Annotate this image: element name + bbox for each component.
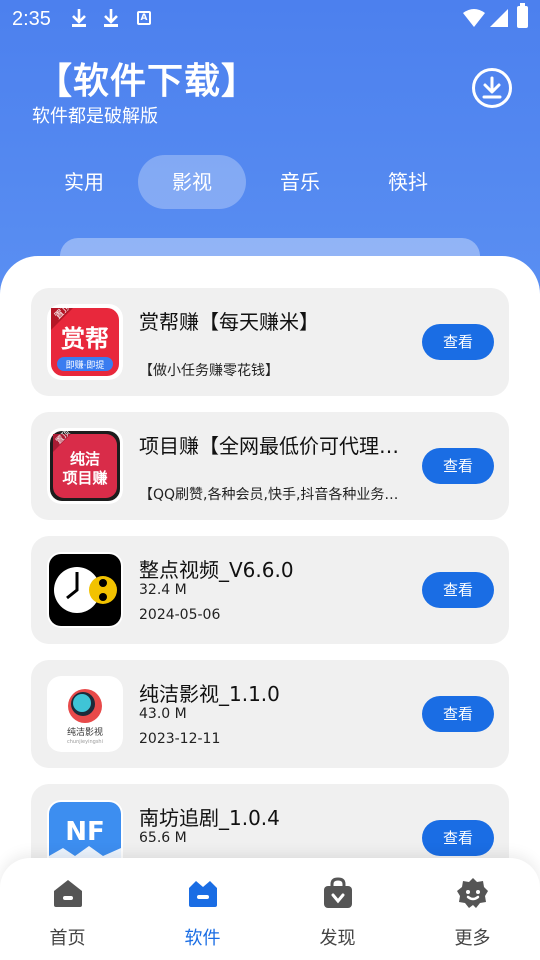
view-button[interactable]: 查看 xyxy=(422,820,494,856)
home-icon xyxy=(53,880,82,907)
nav-discover[interactable]: 发现 xyxy=(270,858,405,960)
nav-label: 软件 xyxy=(184,928,221,949)
category-tabs: 实用 影视 音乐 筷抖 xyxy=(30,155,470,209)
wifi-icon xyxy=(463,9,485,27)
icon-text: NF xyxy=(65,817,105,847)
tab-music[interactable]: 音乐 xyxy=(246,155,354,209)
download-icon xyxy=(482,76,502,99)
view-button[interactable]: 查看 xyxy=(422,696,494,732)
app-size: 32.4 M xyxy=(139,582,187,598)
icon-text: 项目赚 xyxy=(62,469,107,487)
icon-text: 赏帮 xyxy=(61,325,109,353)
icon-caption-sub: chunjieyingshi xyxy=(67,739,103,745)
icon-text: 纯洁 xyxy=(70,450,100,468)
app-list-sheet: 置顶 赏帮 即赚·即提 赏帮赚【每天赚米】 【做小任务赚零花钱】 查看 置顶 纯… xyxy=(0,256,540,960)
signal-icon xyxy=(490,9,508,27)
list-item[interactable]: 整点视频_V6.6.0 32.4 M 2024-05-06 查看 xyxy=(31,536,509,644)
tab-utility[interactable]: 实用 xyxy=(30,155,138,209)
download-manager-button[interactable] xyxy=(472,68,512,108)
font-notification-icon: A xyxy=(137,11,151,25)
app-name: 项目赚【全网最低价可代理投放】 xyxy=(139,434,411,458)
app-icon xyxy=(47,552,123,628)
battery-icon xyxy=(517,3,528,28)
nav-home[interactable]: 首页 xyxy=(0,858,135,960)
tab-video[interactable]: 影视 xyxy=(138,155,246,209)
app-name: 赏帮赚【每天赚米】 xyxy=(139,310,319,334)
software-icon xyxy=(188,881,217,907)
status-bar: 2:35 A xyxy=(0,0,540,38)
tab-kuaidou[interactable]: 筷抖 xyxy=(354,155,462,209)
icon-caption: 纯洁影视 xyxy=(67,726,103,738)
app-icon: 纯洁影视 chunjieyingshi xyxy=(47,676,123,752)
app-description: 【做小任务赚零花钱】 xyxy=(139,363,279,379)
bottom-navigation: 首页 软件 发现 更多 xyxy=(0,858,540,960)
icon-subtext: 即赚·即提 xyxy=(66,359,105,371)
app-size: 65.6 M xyxy=(139,830,187,846)
view-button[interactable]: 查看 xyxy=(422,572,494,608)
more-face-icon xyxy=(456,878,488,908)
app-name: 纯洁影视_1.1.0 xyxy=(139,682,280,706)
discover-bag-icon xyxy=(323,877,352,908)
app-size: 43.0 M xyxy=(139,706,187,722)
nav-more[interactable]: 更多 xyxy=(405,858,540,960)
nav-label: 首页 xyxy=(49,928,86,949)
page-title: 【软件下载】 xyxy=(36,61,259,102)
app-date: 2023-12-11 xyxy=(139,731,221,747)
app-icon: 置顶 赏帮 即赚·即提 xyxy=(47,304,123,380)
nav-software[interactable]: 软件 xyxy=(135,858,270,960)
list-item[interactable]: 纯洁影视 chunjieyingshi 纯洁影视_1.1.0 43.0 M 20… xyxy=(31,660,509,768)
app-name: 南坊追剧_1.0.4 xyxy=(139,806,280,830)
list-item[interactable]: 置顶 赏帮 即赚·即提 赏帮赚【每天赚米】 【做小任务赚零花钱】 查看 xyxy=(31,288,509,396)
app-icon: 置顶 纯洁 项目赚 xyxy=(47,428,123,504)
nav-label: 发现 xyxy=(319,928,356,949)
app-date: 2024-05-06 xyxy=(139,607,221,623)
page-subtitle: 软件都是破解版 xyxy=(32,106,158,127)
status-time: 2:35 xyxy=(12,8,51,30)
app-description: 【QQ刷赞,各种会员,快手,抖音各种业务都有】 xyxy=(139,487,411,503)
download-notification-icon xyxy=(104,9,118,27)
nav-label: 更多 xyxy=(454,928,491,949)
view-button[interactable]: 查看 xyxy=(422,324,494,360)
view-button[interactable]: 查看 xyxy=(422,448,494,484)
list-item[interactable]: 置顶 纯洁 项目赚 项目赚【全网最低价可代理投放】 【QQ刷赞,各种会员,快手,… xyxy=(31,412,509,520)
download-notification-icon xyxy=(72,9,86,27)
app-name: 整点视频_V6.6.0 xyxy=(139,558,294,582)
